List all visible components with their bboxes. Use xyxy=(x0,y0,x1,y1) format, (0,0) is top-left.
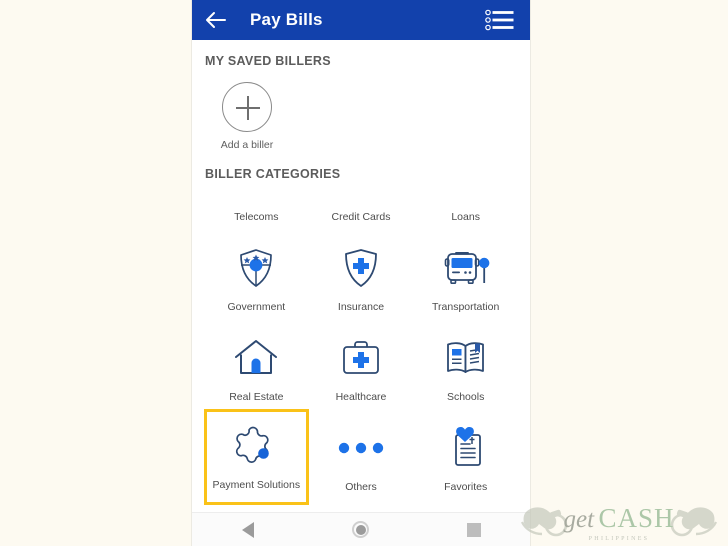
content-area: MY SAVED BILLERS Add a biller BILLER CAT… xyxy=(192,40,530,546)
android-nav-bar xyxy=(192,512,530,546)
menu-button[interactable] xyxy=(480,0,520,40)
category-label: Real Estate xyxy=(229,391,284,403)
category-label: Credit Cards xyxy=(331,211,391,223)
bus-icon xyxy=(444,252,490,285)
app-bar: Pay Bills xyxy=(192,0,530,40)
shield-cross-icon xyxy=(345,249,377,287)
category-telecoms[interactable]: Telecoms xyxy=(204,185,309,229)
category-label: Transportation xyxy=(432,301,500,313)
getcash-watermark: get CASH PHILIPPINES xyxy=(518,492,720,544)
hand-bulb-illustration xyxy=(520,507,718,537)
shield-stars-icon xyxy=(240,249,273,287)
nav-back-button[interactable] xyxy=(218,513,278,546)
category-label: Favorites xyxy=(444,481,488,493)
back-triangle-icon xyxy=(242,521,255,538)
category-payment-solutions[interactable]: Payment Solutions xyxy=(204,409,309,505)
category-real-estate[interactable]: Real Estate xyxy=(204,319,309,409)
category-schools[interactable]: Schools xyxy=(413,319,518,409)
category-healthcare[interactable]: Healthcare xyxy=(309,319,414,409)
screenshot-root: Pay Bills MY SAVED BILLERS Add a biller xyxy=(0,0,728,546)
category-others[interactable]: Others xyxy=(309,409,414,499)
category-government[interactable]: Government xyxy=(204,229,309,319)
category-label: Government xyxy=(227,301,286,313)
back-button[interactable] xyxy=(192,0,238,40)
category-insurance[interactable]: Insurance xyxy=(309,229,414,319)
biller-categories-heading: BILLER CATEGORIES xyxy=(205,167,341,181)
category-label: Payment Solutions xyxy=(212,479,301,491)
page-title: Pay Bills xyxy=(250,10,323,29)
recents-square-icon xyxy=(466,522,481,537)
three-dots-icon xyxy=(338,442,384,454)
watermark-cash: CASH xyxy=(598,503,675,533)
category-label: Others xyxy=(345,481,377,493)
medical-kit-icon xyxy=(343,341,379,374)
home-circle-icon xyxy=(352,521,370,538)
category-credit-cards[interactable]: Credit Cards xyxy=(309,185,414,229)
add-a-biller-button[interactable]: Add a biller xyxy=(204,82,290,151)
category-label: Loans xyxy=(451,211,480,223)
category-favorites[interactable]: Favorites xyxy=(413,409,518,499)
house-icon xyxy=(235,340,278,374)
category-label: Healthcare xyxy=(335,391,387,403)
category-loans[interactable]: Loans xyxy=(413,185,518,229)
phone-frame-right-edge xyxy=(530,0,531,546)
saved-billers-row: Add a biller xyxy=(204,82,518,151)
phone-screen: Pay Bills MY SAVED BILLERS Add a biller xyxy=(192,0,530,546)
nav-recents-button[interactable] xyxy=(444,513,504,546)
category-label: Schools xyxy=(446,391,485,403)
arrow-left-icon xyxy=(206,12,226,28)
add-a-biller-label: Add a biller xyxy=(220,139,274,151)
puzzle-piece-icon xyxy=(236,426,270,463)
watermark-get: get xyxy=(563,506,595,533)
list-menu-icon xyxy=(485,9,514,31)
open-book-icon xyxy=(446,342,484,373)
category-label: Insurance xyxy=(337,301,385,313)
plus-circle-icon xyxy=(222,82,272,132)
biller-categories-grid: Telecoms Credit Cards Loans Government I… xyxy=(204,185,518,505)
watermark-subtitle: PHILIPPINES xyxy=(588,536,650,542)
saved-billers-heading: MY SAVED BILLERS xyxy=(205,54,331,68)
category-transportation[interactable]: Transportation xyxy=(413,229,518,319)
category-label: Telecoms xyxy=(234,211,279,223)
document-heart-icon xyxy=(454,427,481,466)
nav-home-button[interactable] xyxy=(331,513,391,546)
